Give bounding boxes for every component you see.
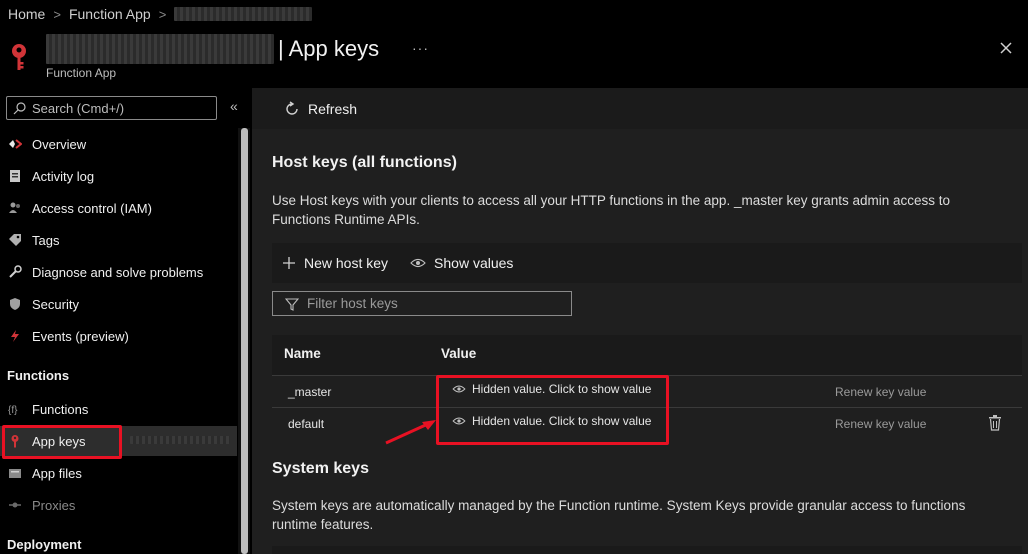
- sidebar-item-overview[interactable]: Overview: [0, 129, 237, 159]
- table-row: _master Hidden value. Click to show valu…: [272, 375, 1022, 407]
- sidebar-search-input[interactable]: Search (Cmd+/): [6, 96, 217, 120]
- hidden-value-toggle[interactable]: Hidden value. Click to show value: [452, 414, 651, 428]
- main-content: Refresh Host keys (all functions) Use Ho…: [252, 88, 1028, 554]
- sidebar-item-label: Overview: [32, 136, 87, 152]
- system-keys-description: System keys are automatically managed by…: [272, 498, 966, 532]
- system-keys-command-bar: [272, 546, 1022, 554]
- more-options-button[interactable]: ···: [412, 40, 429, 56]
- wrench-icon: [8, 265, 22, 279]
- host-keys-description: Use Host keys with your clients to acces…: [272, 193, 951, 227]
- sidebar: Search (Cmd+/) « Overview Activity log A…: [0, 88, 252, 554]
- host-keys-command-bar: New host key Show values: [272, 243, 1022, 283]
- refresh-label: Refresh: [308, 100, 358, 117]
- sidebar-item-label: App files: [32, 465, 82, 481]
- page-title: | App keys: [278, 36, 380, 61]
- column-header-value[interactable]: Value: [441, 346, 476, 361]
- lightning-icon: [8, 329, 22, 343]
- collapse-sidebar-button[interactable]: «: [230, 98, 238, 114]
- eye-icon: [410, 258, 426, 268]
- sidebar-section-functions: Functions: [7, 368, 70, 383]
- sidebar-item-label: Security: [32, 296, 79, 312]
- hidden-value-label: Hidden value. Click to show value: [472, 382, 652, 396]
- sidebar-item-activity-log[interactable]: Activity log: [0, 161, 237, 191]
- key-name: _master: [288, 385, 332, 399]
- plus-icon: [283, 257, 295, 269]
- breadcrumb-function-app[interactable]: Function App: [69, 6, 151, 22]
- key-icon: [12, 44, 26, 70]
- resource-type: Function App: [46, 66, 117, 80]
- hidden-value-label: Hidden value. Click to show value: [472, 414, 652, 428]
- breadcrumb-separator: >: [53, 6, 61, 22]
- tag-icon: [8, 233, 22, 247]
- sidebar-item-diagnose[interactable]: Diagnose and solve problems: [0, 257, 237, 287]
- proxies-icon: [8, 498, 22, 512]
- new-host-key-label: New host key: [304, 255, 389, 271]
- sidebar-section-deployment: Deployment: [7, 537, 82, 552]
- key-icon: [8, 434, 22, 448]
- svg-text:{f}: {f}: [8, 405, 18, 416]
- delete-icon[interactable]: [988, 415, 1002, 431]
- show-values-button[interactable]: Show values: [410, 255, 513, 271]
- hidden-value-toggle[interactable]: Hidden value. Click to show value: [452, 382, 651, 396]
- new-host-key-button[interactable]: New host key: [282, 255, 388, 271]
- show-values-label: Show values: [434, 255, 514, 271]
- renew-key-link[interactable]: Renew key value: [835, 385, 926, 399]
- toolbar: Refresh: [252, 88, 1028, 129]
- column-header-name[interactable]: Name: [284, 346, 321, 361]
- key-name: default: [288, 417, 325, 431]
- refresh-button[interactable]: Refresh: [284, 101, 357, 117]
- filter-icon: [285, 297, 299, 311]
- sidebar-item-label: App keys: [32, 433, 86, 449]
- eye-icon: [452, 417, 466, 425]
- breadcrumb: Home > Function App >: [8, 6, 313, 22]
- sidebar-item-access-control[interactable]: Access control (IAM): [0, 193, 237, 223]
- breadcrumb-separator: >: [158, 6, 167, 22]
- filter-placeholder: Filter host keys: [307, 296, 398, 311]
- sidebar-item-label: Events (preview): [32, 328, 129, 344]
- filter-host-keys-input[interactable]: Filter host keys: [272, 291, 572, 316]
- table-header: Name Value: [272, 335, 1022, 375]
- search-placeholder: Search (Cmd+/): [32, 100, 125, 116]
- shield-icon: [8, 297, 22, 311]
- breadcrumb-redacted-resource[interactable]: [174, 7, 313, 21]
- refresh-icon: [286, 100, 298, 115]
- system-keys-heading: System keys: [272, 460, 369, 477]
- renew-key-link[interactable]: Renew key value: [835, 417, 926, 431]
- sidebar-item-label: Proxies: [32, 497, 76, 513]
- sidebar-item-label: Activity log: [32, 168, 95, 184]
- breadcrumb-home[interactable]: Home: [8, 6, 45, 22]
- sidebar-scrollbar-thumb[interactable]: [241, 128, 248, 554]
- activity-log-icon: [8, 169, 22, 183]
- table-row: default Hidden value. Click to show valu…: [272, 407, 1022, 439]
- sidebar-item-proxies[interactable]: Proxies: [0, 490, 237, 520]
- people-icon: [8, 201, 22, 215]
- eye-icon: [452, 385, 466, 393]
- sidebar-item-label: Access control (IAM): [32, 200, 152, 216]
- overview-icon: [8, 137, 22, 151]
- search-icon: [13, 101, 26, 114]
- sidebar-item-events[interactable]: Events (preview): [0, 321, 237, 351]
- function-icon: {f}: [8, 402, 22, 416]
- sidebar-item-app-files[interactable]: App files: [0, 458, 237, 488]
- sidebar-item-tags[interactable]: Tags: [0, 225, 237, 255]
- sidebar-item-label: Tags: [32, 232, 60, 248]
- files-icon: [8, 466, 22, 480]
- redacted-text: [130, 436, 230, 444]
- sidebar-item-functions[interactable]: {f} Functions: [0, 394, 237, 424]
- resource-name-redacted: [46, 34, 274, 64]
- host-keys-heading: Host keys (all functions): [272, 154, 457, 171]
- close-icon[interactable]: [996, 38, 1016, 58]
- sidebar-item-label: Functions: [32, 401, 89, 417]
- sidebar-item-security[interactable]: Security: [0, 289, 237, 319]
- sidebar-item-label: Diagnose and solve problems: [32, 264, 204, 280]
- host-keys-table: Name Value _master Hidden value. Click t…: [272, 335, 1022, 439]
